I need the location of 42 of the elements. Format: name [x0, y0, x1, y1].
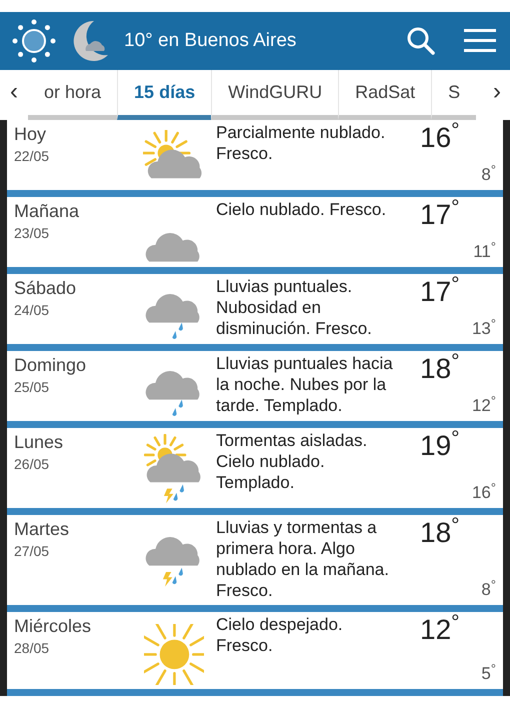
sun-icon [10, 17, 58, 65]
scroll-left-button[interactable]: ‹ [0, 70, 28, 120]
day-name: Lunes [14, 431, 64, 454]
forecast-description: Lluvias puntuales hacia la noche. Nubes por la tarde. Templado. [216, 353, 394, 417]
day-date: 24/05 [14, 301, 50, 320]
day-name: Mañana [14, 200, 80, 223]
high-temperature: 18$^{°}$ [420, 353, 461, 385]
low-temperature: 16$^{°}$ [472, 482, 496, 504]
low-temperature: 12$^{°}$ [472, 395, 496, 417]
scroll-right-button[interactable]: › [484, 70, 510, 120]
high-temperature: 12$^{°}$ [420, 614, 461, 646]
search-icon[interactable] [406, 26, 436, 56]
low-temperature: 13$^{°}$ [472, 318, 496, 340]
day-name: Miércoles [14, 615, 92, 638]
forecast-description: Cielo despejado. Fresco. [216, 614, 344, 658]
high-temperature: 17$^{°}$ [420, 276, 461, 308]
day-name: Sábado [14, 277, 78, 300]
day-date: 27/05 [14, 542, 50, 562]
day-name: Martes [14, 518, 70, 542]
high-temperature: 16$^{°}$ [420, 122, 461, 154]
forecast-description: Parcialmente nublado. Fresco. [216, 122, 386, 165]
day-date: 22/05 [14, 147, 50, 166]
header-title: 10° en Buenos Aires [124, 28, 296, 53]
high-temperature: 18$^{°}$ [420, 517, 461, 550]
day-name: Hoy [14, 123, 48, 146]
day-name: Domingo [14, 354, 88, 377]
day-date: 28/05 [14, 639, 50, 658]
day-date: 23/05 [14, 224, 50, 243]
high-temperature: 17$^{°}$ [420, 199, 461, 231]
low-temperature: 5$^{°}$ [481, 663, 496, 686]
forecast-description: Tormentas aisladas. Cielo nublado. Templado. [216, 430, 368, 494]
low-temperature: 11$^{°}$ [473, 241, 496, 263]
sun-icon [144, 624, 204, 686]
low-temperature: 8$^{°}$ [481, 164, 496, 186]
high-temperature: 19$^{°}$ [420, 430, 461, 462]
forecast-description: Lluvias y tormentas a primera hora. Algo nublado en la mañana. Fresco. [216, 517, 390, 602]
day-date: 26/05 [14, 455, 50, 474]
low-temperature: 8$^{°}$ [481, 579, 496, 602]
day-date: 25/05 [14, 378, 50, 397]
menu-icon[interactable] [464, 28, 496, 54]
forecast-description: Lluvias puntuales. Nubosidad en disminución. Fresco. [216, 276, 373, 340]
forecast-description: Cielo nublado. Fresco. [216, 199, 388, 221]
